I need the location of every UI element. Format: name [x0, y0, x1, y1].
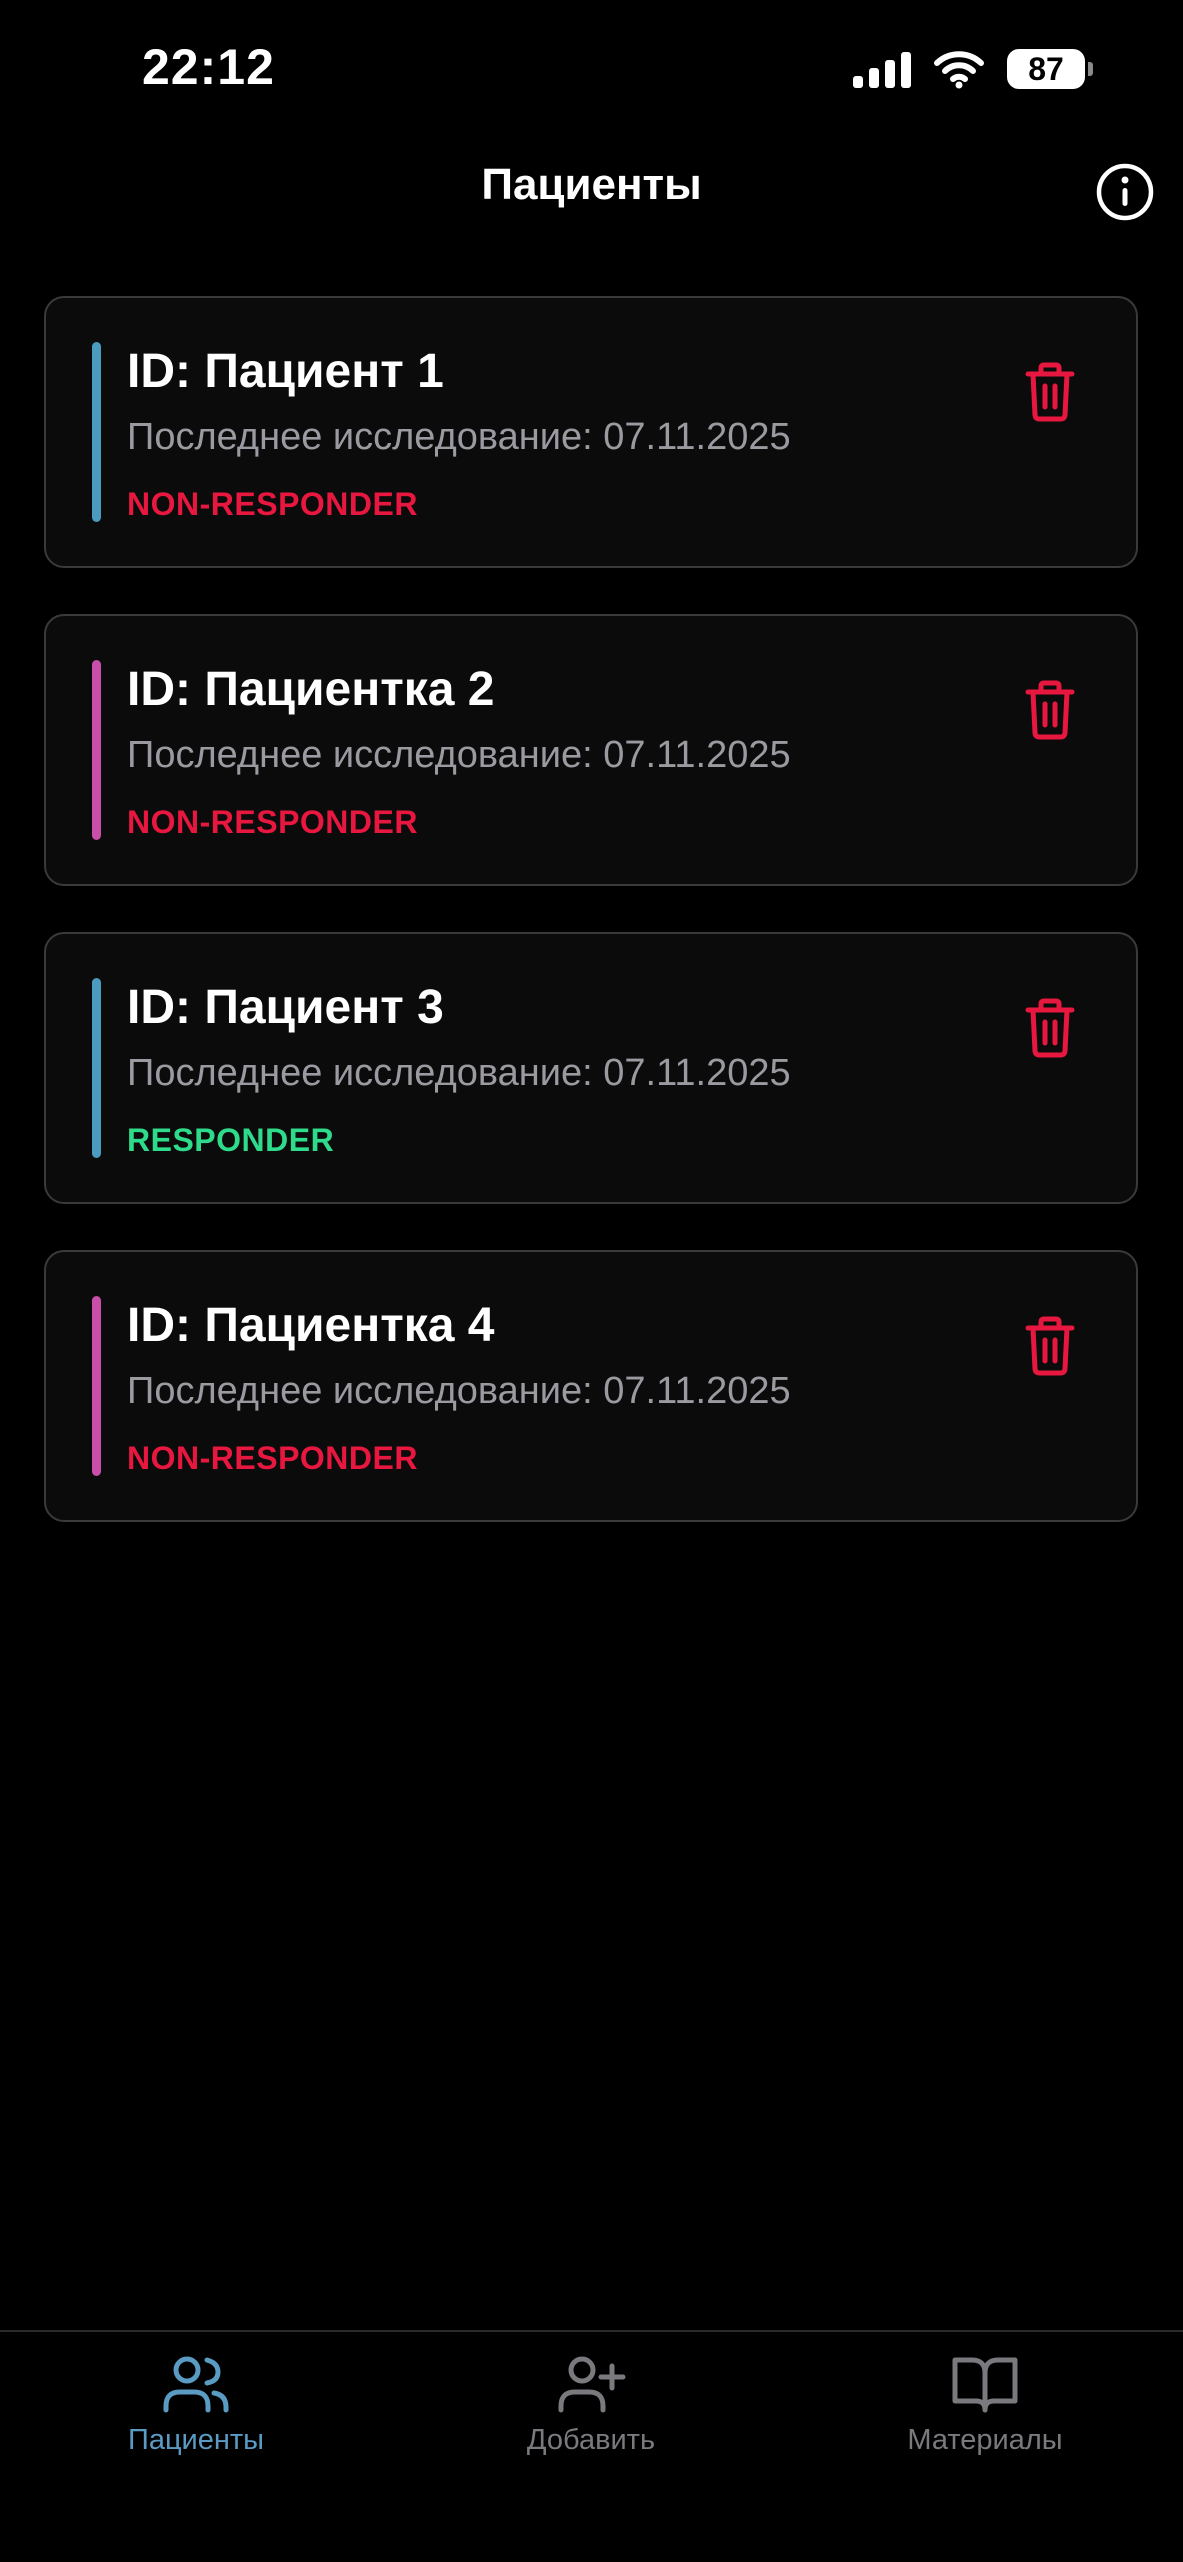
patient-status-label: NON-RESPONDER [127, 1440, 418, 1476]
patient-last-exam: Последнее исследование: 07.11.2025 [127, 734, 791, 776]
tab-label: Материалы [907, 2424, 1063, 2456]
patient-name: ID: Пациентка 4 [127, 1299, 495, 1352]
patient-name: ID: Пациент 1 [127, 345, 444, 398]
patient-status-label: NON-RESPONDER [127, 804, 418, 840]
delete-patient-button[interactable] [1020, 1314, 1080, 1378]
tab-materials[interactable]: Материалы [855, 2352, 1115, 2492]
patient-card[interactable]: ID: Пациентка 4 Последнее исследование: … [44, 1250, 1138, 1522]
patient-name: ID: Пациентка 2 [127, 663, 495, 716]
battery-cap [1088, 62, 1093, 76]
patient-card[interactable]: ID: Пациентка 2 Последнее исследование: … [44, 614, 1138, 886]
patient-accent-bar [92, 342, 101, 522]
page-title: Пациенты [481, 160, 702, 209]
patient-accent-bar [92, 660, 101, 840]
info-icon [1096, 163, 1154, 221]
delete-patient-button[interactable] [1020, 996, 1080, 1060]
trash-icon [1025, 1316, 1075, 1376]
patient-last-exam: Последнее исследование: 07.11.2025 [127, 1370, 791, 1412]
user-plus-icon [558, 2356, 626, 2413]
patient-accent-bar [92, 978, 101, 1158]
book-open-icon [952, 2357, 1018, 2413]
navigation-header: Пациенты [0, 140, 1183, 250]
battery-level: 87 [1007, 49, 1085, 89]
patient-accent-bar [92, 1296, 101, 1476]
patient-last-exam: Последнее исследование: 07.11.2025 [127, 416, 791, 458]
delete-patient-button[interactable] [1020, 678, 1080, 742]
users-icon [163, 2356, 229, 2413]
patient-status-label: NON-RESPONDER [127, 486, 418, 522]
status-bar: 22:12 87 [0, 0, 1183, 140]
status-icons: 87 [853, 44, 1093, 94]
battery-icon: 87 [1007, 49, 1093, 89]
wifi-icon [934, 51, 984, 89]
trash-icon [1025, 680, 1075, 740]
patient-status-label: RESPONDER [127, 1122, 335, 1158]
patient-name: ID: Пациент 3 [127, 981, 444, 1034]
patient-list: ID: Пациент 1 Последнее исследование: 07… [44, 296, 1138, 1568]
status-time: 22:12 [142, 39, 275, 95]
patient-card[interactable]: ID: Пациент 1 Последнее исследование: 07… [44, 296, 1138, 568]
tab-label: Добавить [526, 2424, 656, 2456]
tab-label: Пациенты [127, 2424, 265, 2456]
tab-patients[interactable]: Пациенты [66, 2352, 326, 2492]
trash-icon [1025, 998, 1075, 1058]
delete-patient-button[interactable] [1020, 360, 1080, 424]
tab-bar: Пациенты Добавить Материалы [0, 2330, 1183, 2562]
patient-last-exam: Последнее исследование: 07.11.2025 [127, 1052, 791, 1094]
info-button[interactable] [1095, 162, 1155, 222]
trash-icon [1025, 362, 1075, 422]
patient-card[interactable]: ID: Пациент 3 Последнее исследование: 07… [44, 932, 1138, 1204]
tab-add[interactable]: Добавить [461, 2352, 721, 2492]
cellular-signal-icon [853, 50, 911, 88]
